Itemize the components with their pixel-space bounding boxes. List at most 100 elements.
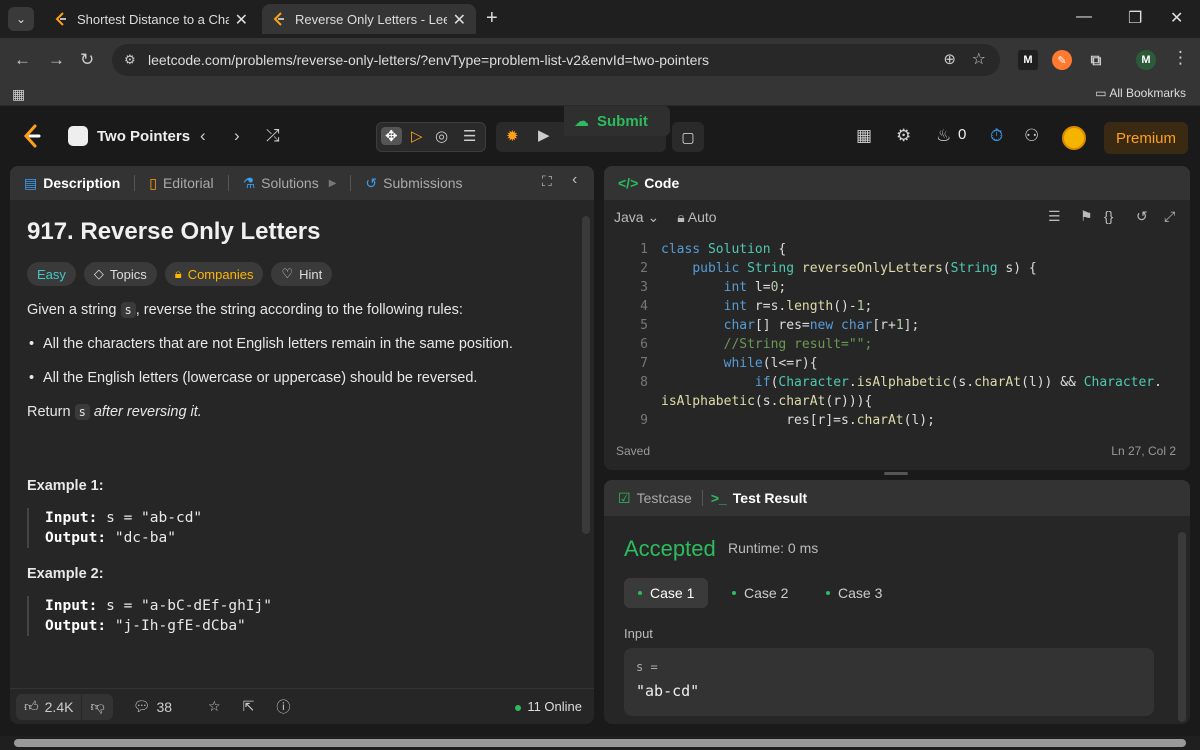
code-line[interactable]: char[] res=new char[r+1]; (661, 318, 920, 333)
new-tab-icon[interactable]: + (486, 7, 498, 30)
extensions-puzzle-icon[interactable]: ⧉ (1086, 50, 1106, 70)
tab-description[interactable]: ▤ Description (24, 175, 120, 192)
result-scrollbar[interactable] (1178, 532, 1186, 722)
gear-icon[interactable]: ⚙ (896, 126, 911, 146)
reload-icon[interactable]: ↻ (80, 50, 94, 70)
url-text[interactable]: leetcode.com/problems/reverse-only-lette… (148, 52, 709, 68)
tab-testcase[interactable]: ☑ Testcase (618, 490, 692, 507)
menu-kebab-icon[interactable]: ⋮ (1172, 48, 1189, 68)
close-tab-icon[interactable]: ✕ (235, 10, 248, 30)
hint-badge[interactable]: ♡ Hint (271, 262, 333, 286)
prev-problem-icon[interactable]: ‹ (200, 126, 206, 146)
expand-icon[interactable]: ⤢ (1164, 208, 1175, 225)
history-icon: ↺ (365, 174, 378, 191)
add-collaborator-icon[interactable]: ⚇ (1024, 126, 1039, 146)
code-line[interactable]: while(l<=r){ (661, 356, 818, 371)
move-icon[interactable]: ✥ (381, 127, 402, 145)
close-window-icon[interactable]: ✕ (1170, 8, 1183, 28)
tab-code[interactable]: </> Code (618, 175, 679, 191)
problem-badges: Easy ◇ Topics 🔒︎ Companies ♡ Hint (27, 262, 567, 286)
browser-tab-reverse-only-letters[interactable]: Reverse Only Letters - LeetCode ✕ (262, 4, 476, 34)
settings-sliders-icon[interactable]: ☰ (463, 127, 476, 145)
input-label: Input (624, 626, 653, 641)
tab-submissions[interactable]: ↺ Submissions (365, 175, 462, 192)
forward-icon[interactable]: → (48, 50, 65, 70)
tab-label: Submissions (383, 175, 463, 191)
tab-search-chevron-icon[interactable]: ⌄ (8, 7, 34, 31)
case-tab-1[interactable]: Case 1 (624, 578, 709, 608)
url-bar[interactable]: ⚙ leetcode.com/problems/reverse-only-let… (112, 44, 1000, 76)
streak-fire-icon[interactable]: ♨ (936, 126, 951, 146)
tab-test-result[interactable]: >_ Test Result (711, 490, 807, 506)
like-button[interactable]: 👍︎ 2.4K (16, 693, 82, 720)
description-scrollbar[interactable] (582, 216, 590, 534)
shuffle-icon[interactable]: ⤮ (266, 126, 280, 146)
companies-badge[interactable]: 🔒︎ Companies (164, 262, 264, 286)
timer-icon[interactable]: ⏱ (990, 126, 1003, 146)
problem-list-title[interactable]: Two Pointers (68, 126, 190, 146)
play-outline-icon[interactable]: ▷ (411, 127, 423, 145)
code-line-wrap[interactable]: isAlphabetic(s.charAt(r))){ (661, 394, 872, 409)
case-tab-3[interactable]: Case 3 (812, 578, 896, 608)
dislike-button[interactable]: 👎︎ (82, 693, 113, 720)
premium-button[interactable]: Premium (1104, 122, 1188, 154)
hide-icon[interactable]: ◎ (435, 127, 448, 145)
apps-grid-icon[interactable]: ▦ (12, 86, 25, 103)
layout-grid-icon[interactable]: ▦ (856, 126, 872, 146)
restore-icon[interactable]: ❐ (1128, 8, 1142, 28)
debug-icon[interactable]: ✹ (506, 127, 519, 145)
comment-icon[interactable]: 💬︎ (133, 698, 151, 715)
leetcode-favicon-icon (55, 12, 66, 26)
medium-extension-icon[interactable]: M (1018, 50, 1038, 70)
code-line[interactable]: int l=0; (661, 280, 787, 295)
code-line[interactable]: int r=s.length()-1; (661, 299, 873, 314)
help-icon[interactable]: ⓘ (276, 697, 290, 717)
tab-editorial[interactable]: ▯ Editorial (149, 175, 213, 192)
run-icon[interactable]: ▶ (538, 126, 550, 144)
submit-button[interactable]: ☁ Submit (564, 106, 670, 136)
code-line[interactable]: public String reverseOnlyLetters(String … (661, 261, 1036, 276)
pass-dot (638, 591, 642, 595)
leetcode-header: Two Pointers ‹ › ⤮ ✥ ▷ ◎ ☰ ✹ ▶ ☁ Submit … (0, 106, 1200, 166)
braces-icon[interactable]: {} (1104, 208, 1113, 224)
notes-icon[interactable]: ▢ (672, 122, 704, 152)
minimize-icon[interactable]: — (1076, 8, 1092, 26)
topics-badge[interactable]: ◇ Topics (83, 262, 157, 286)
back-icon[interactable]: ← (14, 50, 31, 70)
reset-icon[interactable]: ↺ (1136, 208, 1148, 225)
next-problem-icon[interactable]: › (234, 126, 240, 146)
code-line[interactable]: class Solution { (661, 242, 786, 257)
output-label: Output: (45, 530, 107, 546)
user-avatar[interactable] (1062, 126, 1086, 150)
share-icon[interactable]: ⇱ (243, 698, 255, 715)
bookmark-icon[interactable]: ⚑ (1080, 208, 1093, 225)
scrollbar-thumb[interactable] (14, 739, 1186, 747)
line-number: 1 (640, 242, 648, 257)
zoom-icon[interactable]: ⊕ (943, 50, 956, 68)
tab-solutions[interactable]: ⚗ Solutions ▶ (243, 175, 337, 192)
code-line[interactable]: res[r]=s.charAt(l); (661, 413, 935, 428)
difficulty-badge[interactable]: Easy (27, 262, 76, 286)
pass-dot (826, 591, 830, 595)
leetcode-logo-icon[interactable] (22, 124, 42, 148)
case-tab-2[interactable]: Case 2 (718, 578, 802, 608)
code-line[interactable]: //String result=""; (661, 337, 873, 352)
code-line[interactable]: if(Character.isAlphabetic(s.charAt(l)) &… (661, 375, 1162, 390)
input-value-box: s = "ab-cd" (624, 648, 1154, 716)
collapse-icon[interactable]: ‹ (572, 171, 577, 189)
maximize-icon[interactable]: ⛶ (542, 173, 552, 190)
bookmark-star-icon[interactable]: ☆ (972, 49, 986, 69)
panel-resize-handle[interactable] (884, 472, 908, 475)
page-horizontal-scrollbar[interactable] (0, 736, 1200, 750)
comment-count[interactable]: 38 (156, 699, 172, 715)
browser-tab-shortest-distance[interactable]: Shortest Distance to a Characte ✕ (44, 4, 258, 34)
star-icon[interactable]: ☆ (208, 698, 221, 715)
all-bookmarks[interactable]: ▭ All Bookmarks (1095, 86, 1186, 100)
close-tab-icon[interactable]: ✕ (453, 10, 466, 30)
language-select[interactable]: Java ⌄ (614, 209, 659, 226)
format-icon[interactable]: ☰ (1048, 208, 1061, 225)
extension-icon[interactable]: ✎ (1052, 50, 1072, 70)
profile-avatar[interactable]: M (1136, 50, 1156, 70)
auto-mode[interactable]: 🔒︎ Auto (677, 209, 716, 226)
site-info-icon[interactable]: ⚙ (124, 52, 136, 68)
